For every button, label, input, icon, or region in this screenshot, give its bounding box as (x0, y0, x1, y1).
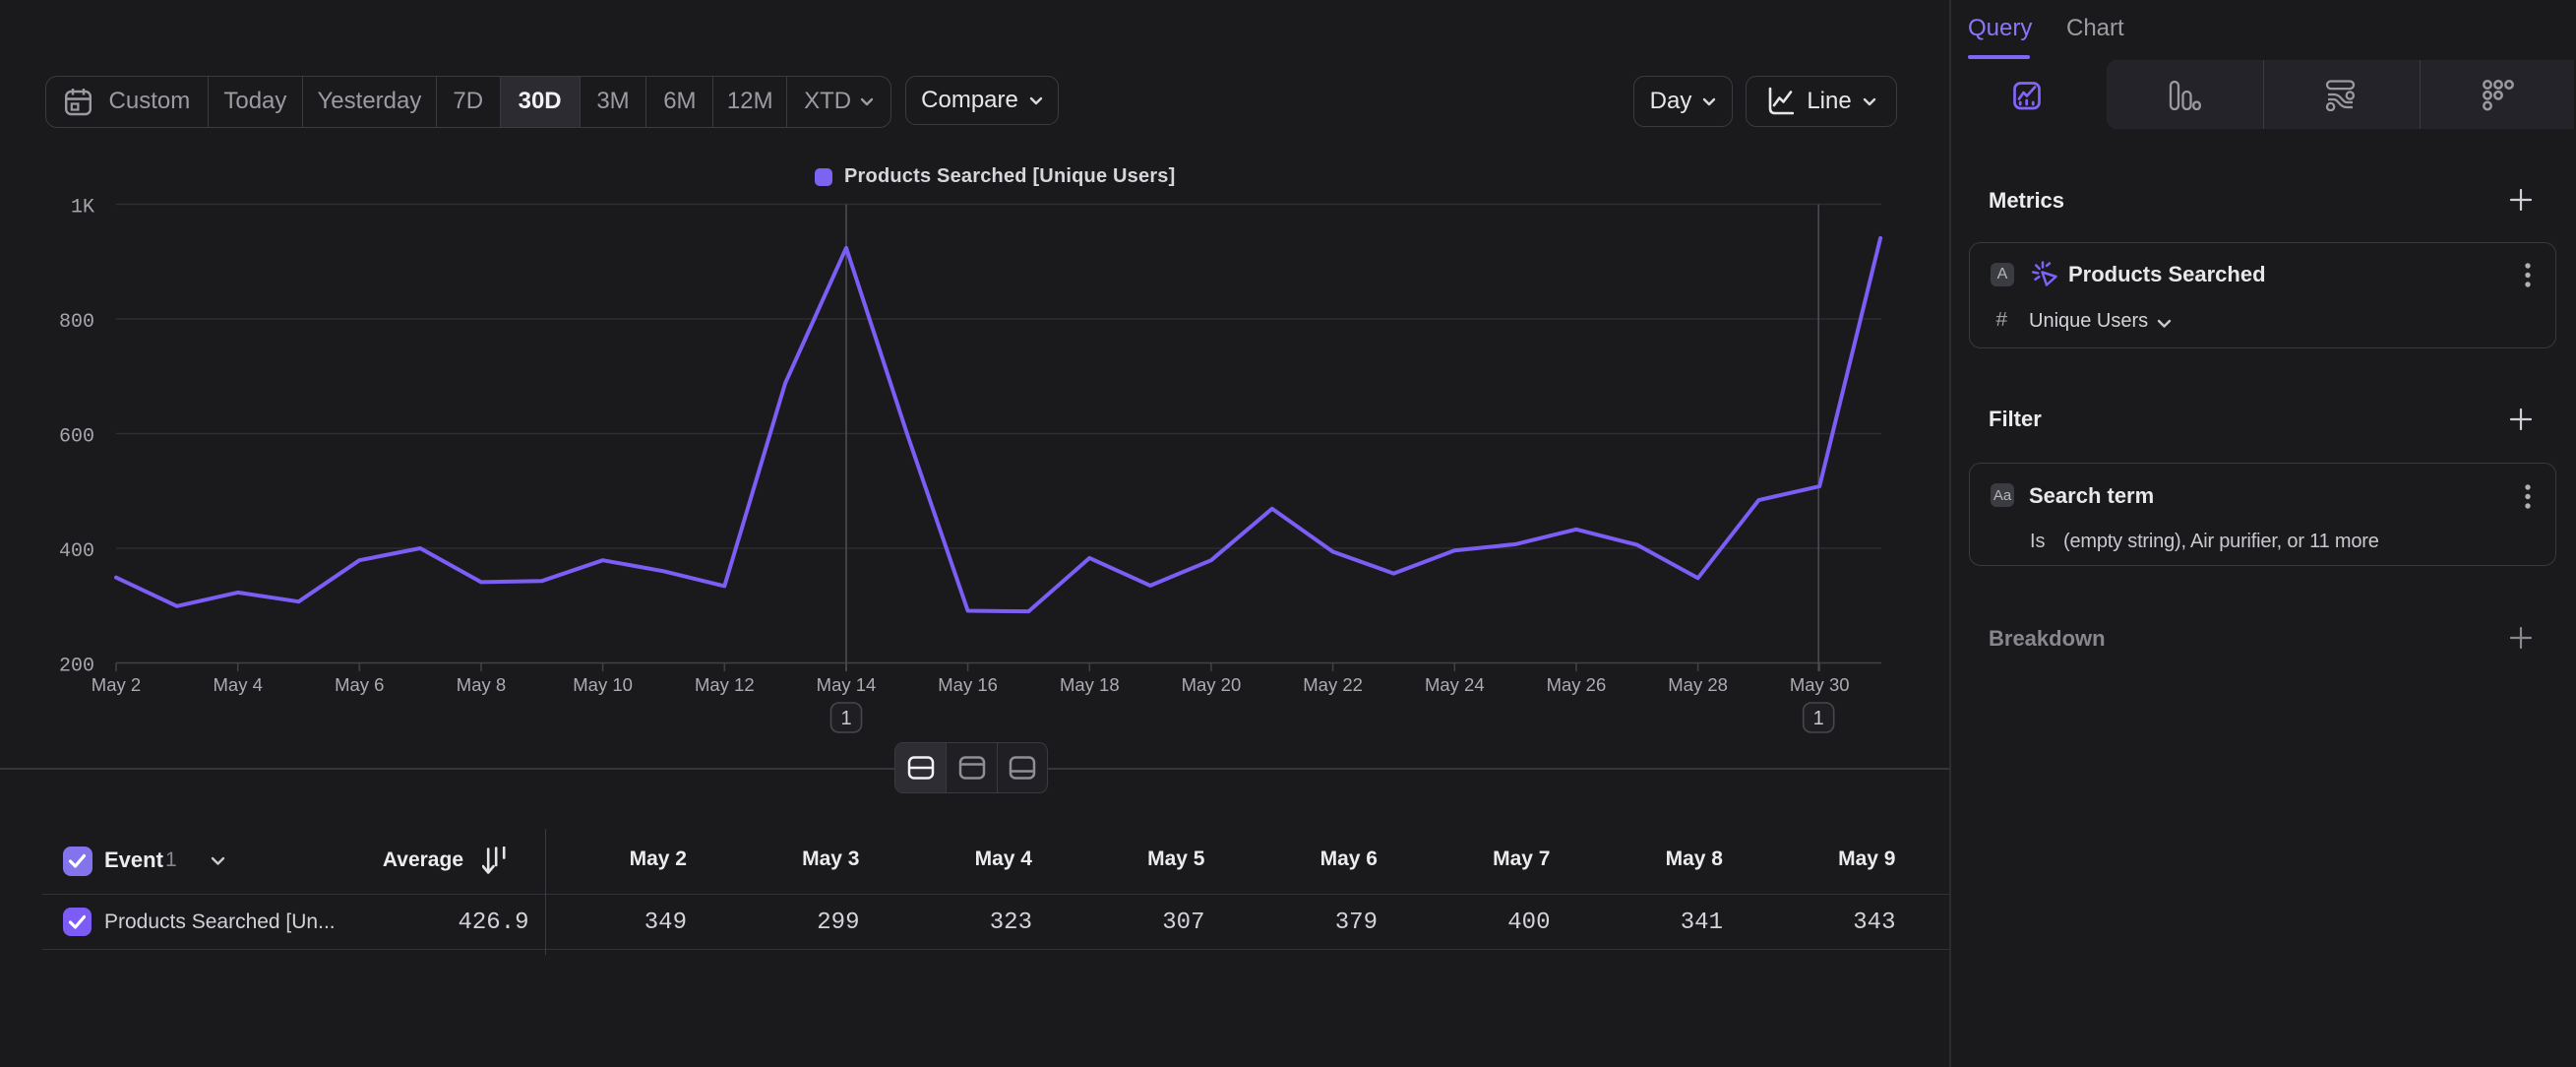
svg-text:May 6: May 6 (335, 674, 384, 695)
svg-text:400: 400 (59, 540, 94, 563)
svg-text:May 10: May 10 (573, 674, 633, 695)
svg-text:May 20: May 20 (1182, 674, 1242, 695)
svg-text:May 8: May 8 (457, 674, 506, 695)
svg-text:1: 1 (1813, 708, 1824, 729)
svg-text:May 14: May 14 (817, 674, 877, 695)
svg-text:May 30: May 30 (1790, 674, 1850, 695)
svg-text:May 16: May 16 (938, 674, 998, 695)
svg-text:May 24: May 24 (1425, 674, 1485, 695)
svg-text:600: 600 (59, 426, 94, 449)
svg-text:1: 1 (840, 708, 851, 729)
svg-text:May 28: May 28 (1668, 674, 1728, 695)
svg-text:200: 200 (59, 656, 94, 678)
svg-text:May 12: May 12 (695, 674, 755, 695)
svg-text:May 2: May 2 (92, 674, 141, 695)
svg-text:May 22: May 22 (1303, 674, 1363, 695)
svg-text:800: 800 (59, 311, 94, 334)
svg-text:May 4: May 4 (214, 674, 263, 695)
svg-text:May 26: May 26 (1547, 674, 1607, 695)
svg-text:May 18: May 18 (1060, 674, 1120, 695)
svg-text:1K: 1K (71, 197, 94, 220)
